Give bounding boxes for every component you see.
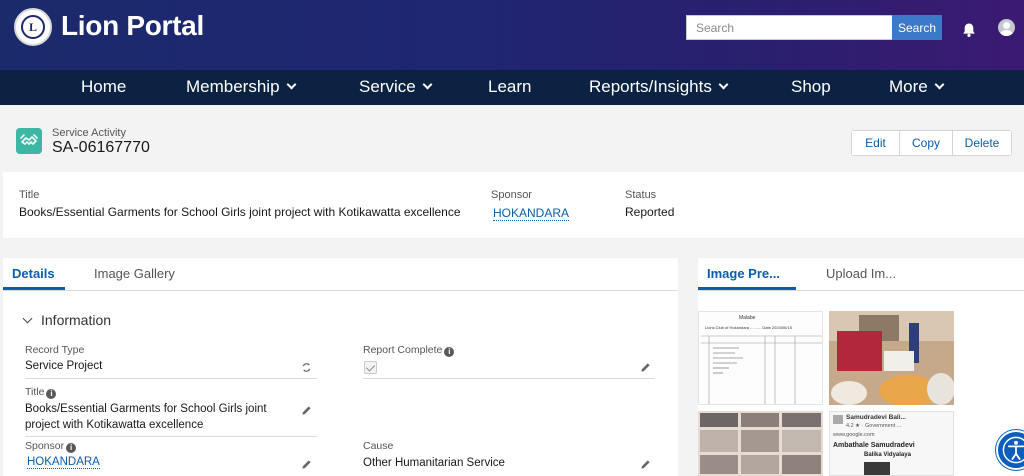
copy-button[interactable]: Copy (899, 131, 952, 155)
info-icon[interactable]: i (46, 389, 57, 399)
image-thumbnail-collage[interactable] (698, 411, 823, 476)
field-record-type-label: Record Type (25, 344, 85, 356)
tab-upload-images[interactable]: Upload Im... (826, 266, 896, 281)
field-record-type-value: Service Project (25, 360, 103, 372)
section-information-toggle[interactable]: Information (22, 312, 111, 328)
chevron-down-icon (718, 79, 729, 90)
highlight-title-value: Books/Essential Garments for School Girl… (19, 205, 461, 219)
edit-pencil-icon[interactable] (301, 459, 312, 470)
field-divider (25, 436, 317, 437)
edit-pencil-icon[interactable] (640, 459, 651, 470)
record-actions: Edit Copy Delete (851, 130, 1012, 156)
place-card-caption-2: Balika Vidyalaya (864, 452, 911, 458)
chevron-down-icon (934, 79, 945, 90)
edit-button[interactable]: Edit (852, 131, 899, 155)
highlight-sponsor-link[interactable]: HOKANDARA (493, 206, 570, 221)
highlights-panel: Title Books/Essential Garments for Schoo… (3, 172, 1024, 238)
field-cause-value: Other Humanitarian Service (363, 457, 505, 469)
nav-reports-insights[interactable]: Reports/Insights (589, 70, 729, 105)
nav-home[interactable]: Home (81, 70, 126, 105)
place-signboard-image (864, 462, 890, 475)
top-header: L Lion Portal Search (0, 0, 1024, 70)
place-card-caption-1: Ambathale Samudradevi (833, 442, 915, 449)
field-title-label: Title i (25, 386, 57, 399)
record-object-type: Service Activity (52, 127, 126, 139)
user-avatar-icon[interactable] (998, 19, 1015, 36)
tab-divider (3, 290, 678, 291)
info-icon[interactable]: i (444, 347, 455, 357)
chevron-down-icon (22, 313, 33, 324)
highlight-status-label: Status (625, 189, 657, 201)
tab-image-preview[interactable]: Image Pre... (707, 266, 780, 281)
edit-pencil-icon[interactable] (640, 362, 651, 373)
field-sponsor-link[interactable]: HOKANDARA (27, 456, 100, 469)
chevron-down-icon (286, 79, 296, 90)
place-card-url: www.google.com (833, 432, 875, 438)
place-card-rating: 4.2 ★ · Government ... (846, 423, 902, 429)
highlight-title-label: Title (19, 189, 40, 201)
nav-learn[interactable]: Learn (488, 70, 531, 105)
field-sponsor-label: Sponsor i (25, 440, 77, 453)
report-complete-checkbox (364, 361, 377, 374)
nav-more[interactable]: More (889, 70, 945, 105)
field-divider (363, 378, 655, 379)
tab-divider (698, 290, 1024, 291)
nav-service[interactable]: Service (359, 70, 433, 105)
main-nav: Home Membership Service Learn Reports/In… (0, 70, 1024, 105)
image-thumbnail-receipt[interactable]: Malabe Lions Club of Hokandara .........… (698, 311, 823, 405)
record-id: SA-06167770 (52, 139, 150, 156)
receipt-table-graphic (701, 335, 822, 404)
tab-details[interactable]: Details (12, 266, 55, 281)
image-preview-card: Image Pre... Upload Im... Malabe Lions C… (698, 258, 1024, 476)
tab-image-gallery[interactable]: Image Gallery (94, 266, 175, 281)
details-card: Details Image Gallery Information Record… (3, 258, 678, 476)
field-title-value-line1: Books/Essential Garments for School Girl… (25, 403, 267, 415)
highlight-status-value: Reported (625, 205, 675, 219)
search-button[interactable]: Search (892, 15, 942, 40)
field-divider (25, 378, 317, 379)
brand-title[interactable]: Lion Portal (61, 10, 204, 42)
field-title-value-line2: project with Kotikawatta excellence (25, 419, 204, 431)
search-input[interactable] (686, 15, 892, 40)
nav-shop[interactable]: Shop (791, 70, 831, 105)
place-photo-icon (833, 415, 843, 424)
info-icon[interactable]: i (66, 443, 77, 453)
edit-pencil-icon[interactable] (301, 405, 312, 416)
chevron-down-icon (422, 79, 433, 90)
lions-logo-icon[interactable]: L (14, 8, 52, 46)
image-thumbnail-event-photo[interactable] (829, 311, 954, 405)
place-card-title: Samudradevi Bali... (846, 414, 906, 421)
change-record-type-icon[interactable] (301, 362, 312, 373)
highlight-sponsor-label: Sponsor (491, 189, 532, 201)
field-report-complete-label: Report Complete i (363, 344, 455, 357)
service-activity-icon (16, 128, 42, 154)
field-cause-label: Cause (363, 440, 394, 452)
delete-button[interactable]: Delete (952, 131, 1011, 155)
image-thumbnail-place-card[interactable]: Samudradevi Bali... 4.2 ★ · Government .… (829, 411, 954, 476)
bell-icon[interactable] (961, 22, 977, 38)
nav-membership[interactable]: Membership (186, 70, 296, 105)
